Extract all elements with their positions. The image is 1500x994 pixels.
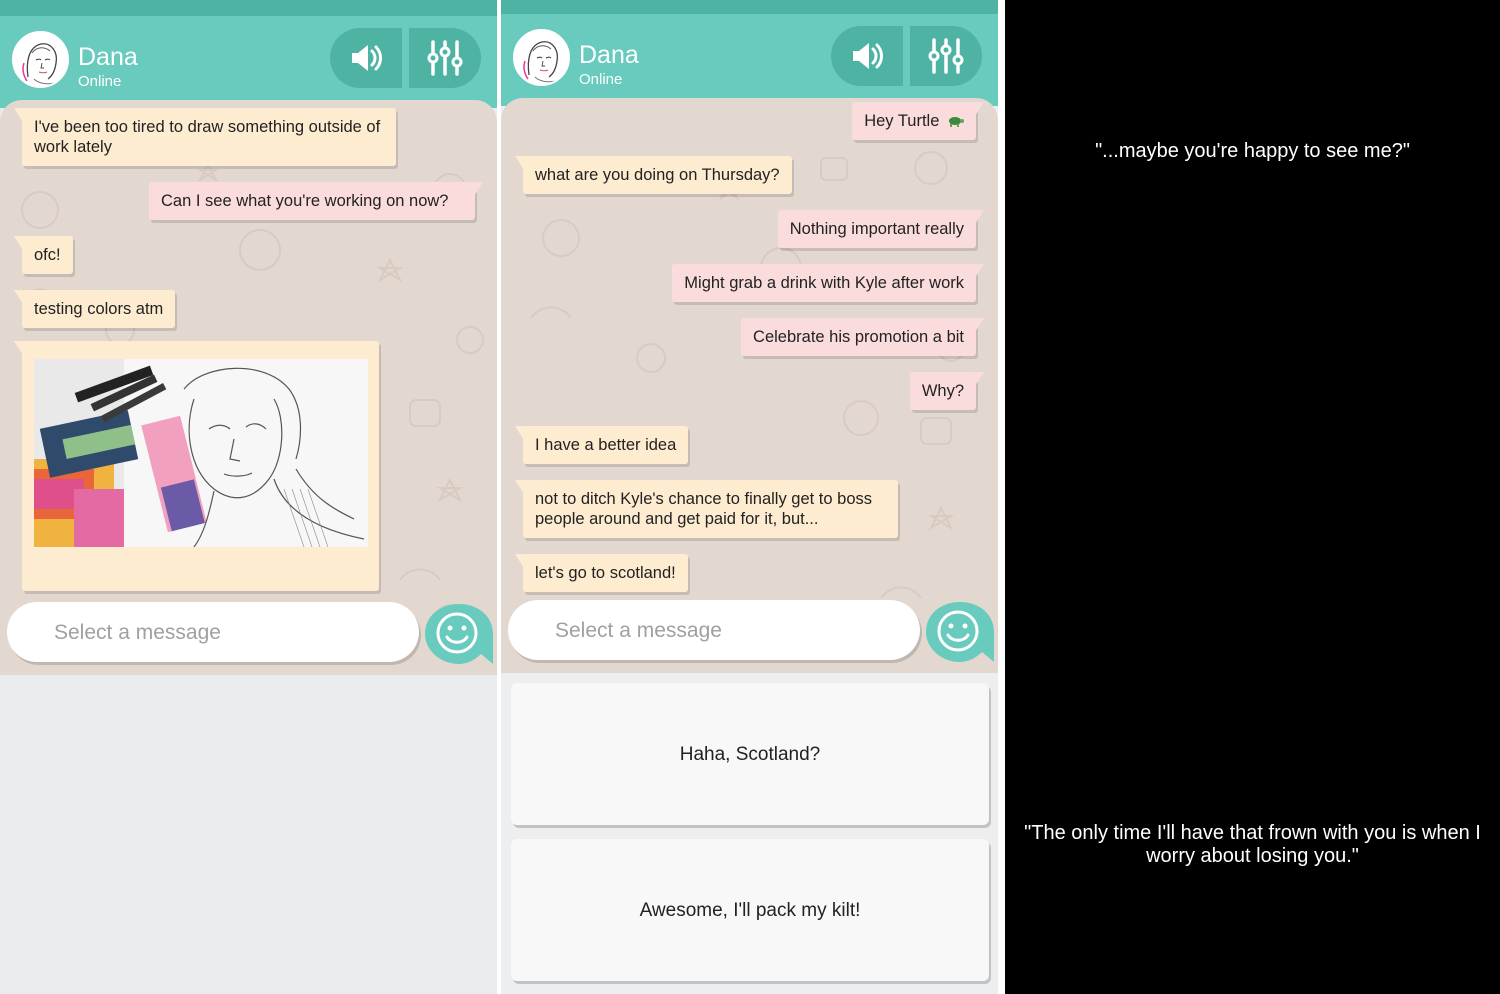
message-text: Can I see what you're working on now? <box>161 192 449 210</box>
contact-name: Dana <box>579 41 639 69</box>
avatar-portrait-icon <box>515 31 568 84</box>
speaker-icon <box>853 43 883 69</box>
avatar[interactable] <box>12 31 69 88</box>
message-outgoing[interactable]: Might grab a drink with Kyle after work <box>672 264 984 302</box>
smiley-icon <box>425 604 493 664</box>
choice-text: Haha, Scotland? <box>679 744 821 765</box>
message-text: I've been too tired to draw something ou… <box>34 118 381 156</box>
speaker-icon <box>352 45 382 71</box>
message-incoming[interactable]: what are you doing on Thursday? <box>515 156 792 194</box>
narration-quote-bottom: "The only time I'll have that frown with… <box>1024 822 1481 867</box>
message-text: let's go to scotland! <box>535 564 676 582</box>
chat-area[interactable]: Hey Turtle what are you doing on Thursda… <box>501 98 998 673</box>
message-text: Hey Turtle <box>864 112 940 130</box>
contact-name: Dana <box>78 43 138 71</box>
image-message[interactable] <box>14 341 379 591</box>
smiley-icon <box>926 602 994 662</box>
message-text: not to ditch Kyle's chance to finally ge… <box>535 490 873 528</box>
top-strip <box>0 0 497 16</box>
sliders-icon <box>928 38 964 74</box>
message-incoming[interactable]: ofc! <box>14 236 73 274</box>
message-outgoing[interactable]: Nothing important really <box>777 210 985 248</box>
chat-header: Dana Online <box>501 14 998 106</box>
chat-header: Dana Online <box>0 16 497 108</box>
message-text: what are you doing on Thursday? <box>535 166 780 184</box>
message-input-placeholder: Select a message <box>54 621 221 644</box>
message-incoming[interactable]: I've been too tired to draw something ou… <box>14 108 396 166</box>
message-outgoing[interactable]: Why? <box>909 372 985 410</box>
message-input-placeholder: Select a message <box>555 619 722 642</box>
message-text: Why? <box>921 382 964 400</box>
message-incoming[interactable]: let's go to scotland! <box>515 554 688 592</box>
sliders-icon <box>427 40 463 76</box>
message-incoming[interactable]: testing colors atm <box>13 290 176 328</box>
avatar[interactable] <box>513 29 570 86</box>
message-text: Might grab a drink with Kyle after work <box>684 274 964 292</box>
narration-quote-top: "...maybe you're happy to see me?" <box>1095 140 1410 162</box>
message-outgoing[interactable]: Can I see what you're working on now? <box>149 182 483 220</box>
message-text: Celebrate his promotion a bit <box>753 328 964 346</box>
emoji-button[interactable] <box>423 602 495 666</box>
chat-panel-2: Dana Online Hey Turtle what are you doin… <box>501 0 998 994</box>
message-text: ofc! <box>34 246 61 264</box>
emoji-button[interactable] <box>924 600 996 664</box>
message-outgoing[interactable]: Celebrate his promotion a bit <box>741 318 984 356</box>
chat-area[interactable]: I've been too tired to draw something ou… <box>0 100 497 675</box>
settings-button[interactable] <box>910 26 982 86</box>
choice-text: Awesome, I'll pack my kilt! <box>639 900 861 921</box>
choice-option[interactable]: Haha, Scotland? <box>511 683 989 825</box>
sound-button[interactable] <box>831 26 903 86</box>
message-text: I have a better idea <box>535 436 677 454</box>
message-text: testing colors atm <box>34 300 164 318</box>
message-incoming[interactable]: not to ditch Kyle's chance to finally ge… <box>515 480 898 538</box>
turtle-icon <box>949 117 964 127</box>
settings-button[interactable] <box>409 28 481 88</box>
message-input[interactable]: Select a message <box>7 602 419 662</box>
message-outgoing[interactable]: Hey Turtle <box>852 102 984 140</box>
narration-panel: "...maybe you're happy to see me?" "The … <box>1005 0 1500 994</box>
sketch-photo[interactable] <box>34 359 368 547</box>
message-incoming[interactable]: I have a better idea <box>514 426 689 464</box>
message-input[interactable]: Select a message <box>508 600 920 660</box>
contact-status: Online <box>579 71 623 88</box>
choice-option[interactable]: Awesome, I'll pack my kilt! <box>511 839 989 981</box>
chat-panel-1: Dana Online I've been too tired to draw … <box>0 0 497 994</box>
contact-status: Online <box>78 73 122 90</box>
message-text: Nothing important really <box>789 220 964 238</box>
sound-button[interactable] <box>330 28 402 88</box>
avatar-portrait-icon <box>14 33 67 86</box>
sketch-illustration <box>34 359 368 547</box>
